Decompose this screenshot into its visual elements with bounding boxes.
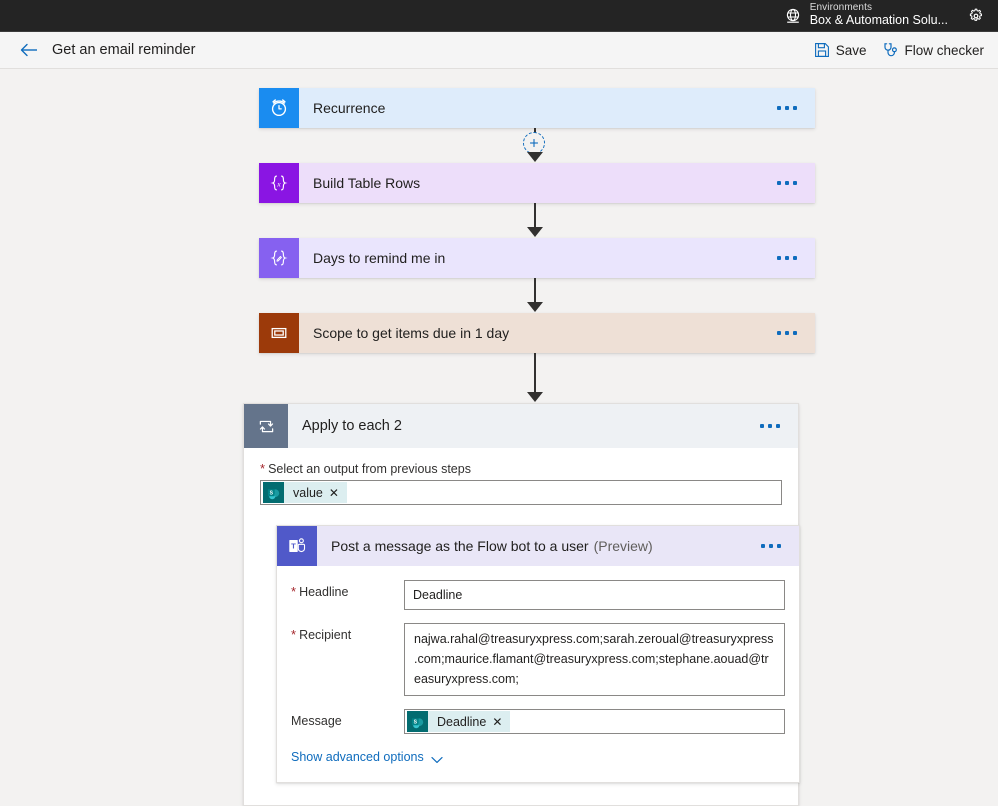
flow-step-days-to-remind-me-in[interactable]: Days to remind me in	[259, 238, 815, 278]
back-button[interactable]	[18, 39, 40, 61]
gear-icon	[968, 8, 984, 24]
settings-button[interactable]	[954, 0, 998, 31]
svg-text:T: T	[291, 541, 296, 550]
step-menu-button[interactable]	[753, 544, 789, 548]
step-title: Post a message as the Flow bot to a user	[331, 538, 589, 554]
step-title: Build Table Rows	[313, 175, 421, 191]
token-label: value	[293, 485, 323, 500]
step-title: Apply to each 2	[302, 418, 402, 434]
environment-selector[interactable]: Environments Box & Automation Solu...	[784, 0, 954, 31]
post-message-form: * Headline Deadline * Recipient najwa.ra…	[277, 566, 799, 782]
post-message-header[interactable]: T Post a message as the Flow bot to a us…	[277, 526, 799, 566]
headline-input[interactable]: Deadline	[404, 580, 785, 610]
select-output-label: * Select an output from previous steps	[260, 461, 471, 476]
required-indicator: *	[291, 627, 297, 642]
flow-step-scope-to-get-items-due-in-1-day[interactable]: Scope to get items due in 1 day	[259, 313, 815, 353]
step-menu-button[interactable]	[769, 181, 805, 185]
flow-designer-canvas: Recurrence x Build Table Rows Days to re…	[0, 69, 998, 806]
svg-text:x: x	[276, 179, 281, 188]
flow-checker-button[interactable]: Flow checker	[882, 42, 984, 58]
step-menu-button[interactable]	[752, 424, 788, 428]
required-indicator: *	[291, 584, 297, 599]
command-bar-actions: Save Flow checker	[814, 42, 984, 58]
back-arrow-icon	[20, 43, 38, 57]
remove-token-icon[interactable]: ✕	[492, 716, 510, 728]
flow-step-post-message-as-flow-bot: T Post a message as the Flow bot to a us…	[276, 525, 800, 783]
step-title: Scope to get items due in 1 day	[313, 325, 510, 341]
remove-token-icon[interactable]: ✕	[329, 487, 347, 499]
flow-steps-column: Recurrence x Build Table Rows Days to re…	[243, 69, 815, 806]
flow-step-apply-to-each-2: Apply to each 2 * Select an output from …	[243, 403, 800, 806]
plus-circle-icon	[528, 137, 540, 149]
connector	[259, 203, 815, 238]
form-row-recipient: * Recipient najwa.rahal@treasuryxpress.c…	[291, 623, 785, 696]
environment-label: Environments	[809, 1, 873, 13]
globe-icon	[784, 7, 802, 25]
save-floppy-icon	[814, 42, 830, 58]
loop-foreach-icon	[244, 404, 288, 448]
recipient-label: * Recipient	[291, 627, 352, 642]
required-indicator: *	[260, 461, 266, 476]
scope-rectangle-icon	[259, 313, 299, 353]
connector	[259, 353, 815, 403]
token-label: Deadline	[437, 714, 487, 729]
step-title: Recurrence	[313, 100, 386, 116]
add-step-button[interactable]	[523, 132, 545, 154]
recipient-input[interactable]: najwa.rahal@treasuryxpress.com;sarah.zer…	[404, 623, 785, 696]
stethoscope-icon	[882, 42, 898, 58]
environment-name: Box & Automation Solu...	[809, 13, 948, 28]
token-deadline[interactable]: S Deadline ✕	[407, 711, 511, 732]
sharepoint-icon: S	[263, 482, 284, 503]
show-advanced-options-link[interactable]: Show advanced options	[291, 750, 785, 764]
top-navigation-bar: Environments Box & Automation Solu...	[0, 0, 998, 32]
chevron-down-icon	[431, 753, 443, 764]
message-label: Message	[291, 714, 342, 728]
alarm-clock-icon	[259, 88, 299, 128]
message-input[interactable]: S Deadline ✕	[404, 709, 785, 734]
apply-to-each-header[interactable]: Apply to each 2	[244, 404, 798, 448]
expression-braces-x-icon: x	[259, 163, 299, 203]
step-menu-button[interactable]	[769, 106, 805, 110]
token-value[interactable]: S value ✕	[263, 482, 347, 503]
microsoft-teams-icon: T	[277, 526, 317, 566]
flow-step-recurrence[interactable]: Recurrence	[259, 88, 815, 128]
page-title: Get an email reminder	[52, 42, 196, 58]
connector	[259, 278, 815, 313]
show-advanced-options-label: Show advanced options	[291, 750, 424, 764]
select-output-input[interactable]: S value ✕	[260, 480, 782, 505]
apply-to-each-content: * Select an output from previous steps S	[244, 448, 800, 805]
step-menu-button[interactable]	[769, 331, 805, 335]
flow-step-build-table-rows[interactable]: x Build Table Rows	[259, 163, 815, 203]
save-label: Save	[835, 42, 867, 58]
form-row-message: Message S Deadline ✕	[291, 709, 785, 734]
expression-braces-pencil-icon	[259, 238, 299, 278]
step-subtitle: (Preview)	[593, 538, 653, 554]
headline-label: * Headline	[291, 584, 349, 599]
flow-checker-label: Flow checker	[904, 42, 984, 58]
form-row-headline: * Headline Deadline	[291, 580, 785, 610]
connector-with-add-step	[259, 128, 815, 163]
command-bar: Get an email reminder Save Flow checker	[0, 32, 998, 69]
sharepoint-icon: S	[407, 711, 428, 732]
step-menu-button[interactable]	[769, 256, 805, 260]
save-button[interactable]: Save	[814, 42, 867, 58]
step-title: Days to remind me in	[313, 250, 446, 266]
